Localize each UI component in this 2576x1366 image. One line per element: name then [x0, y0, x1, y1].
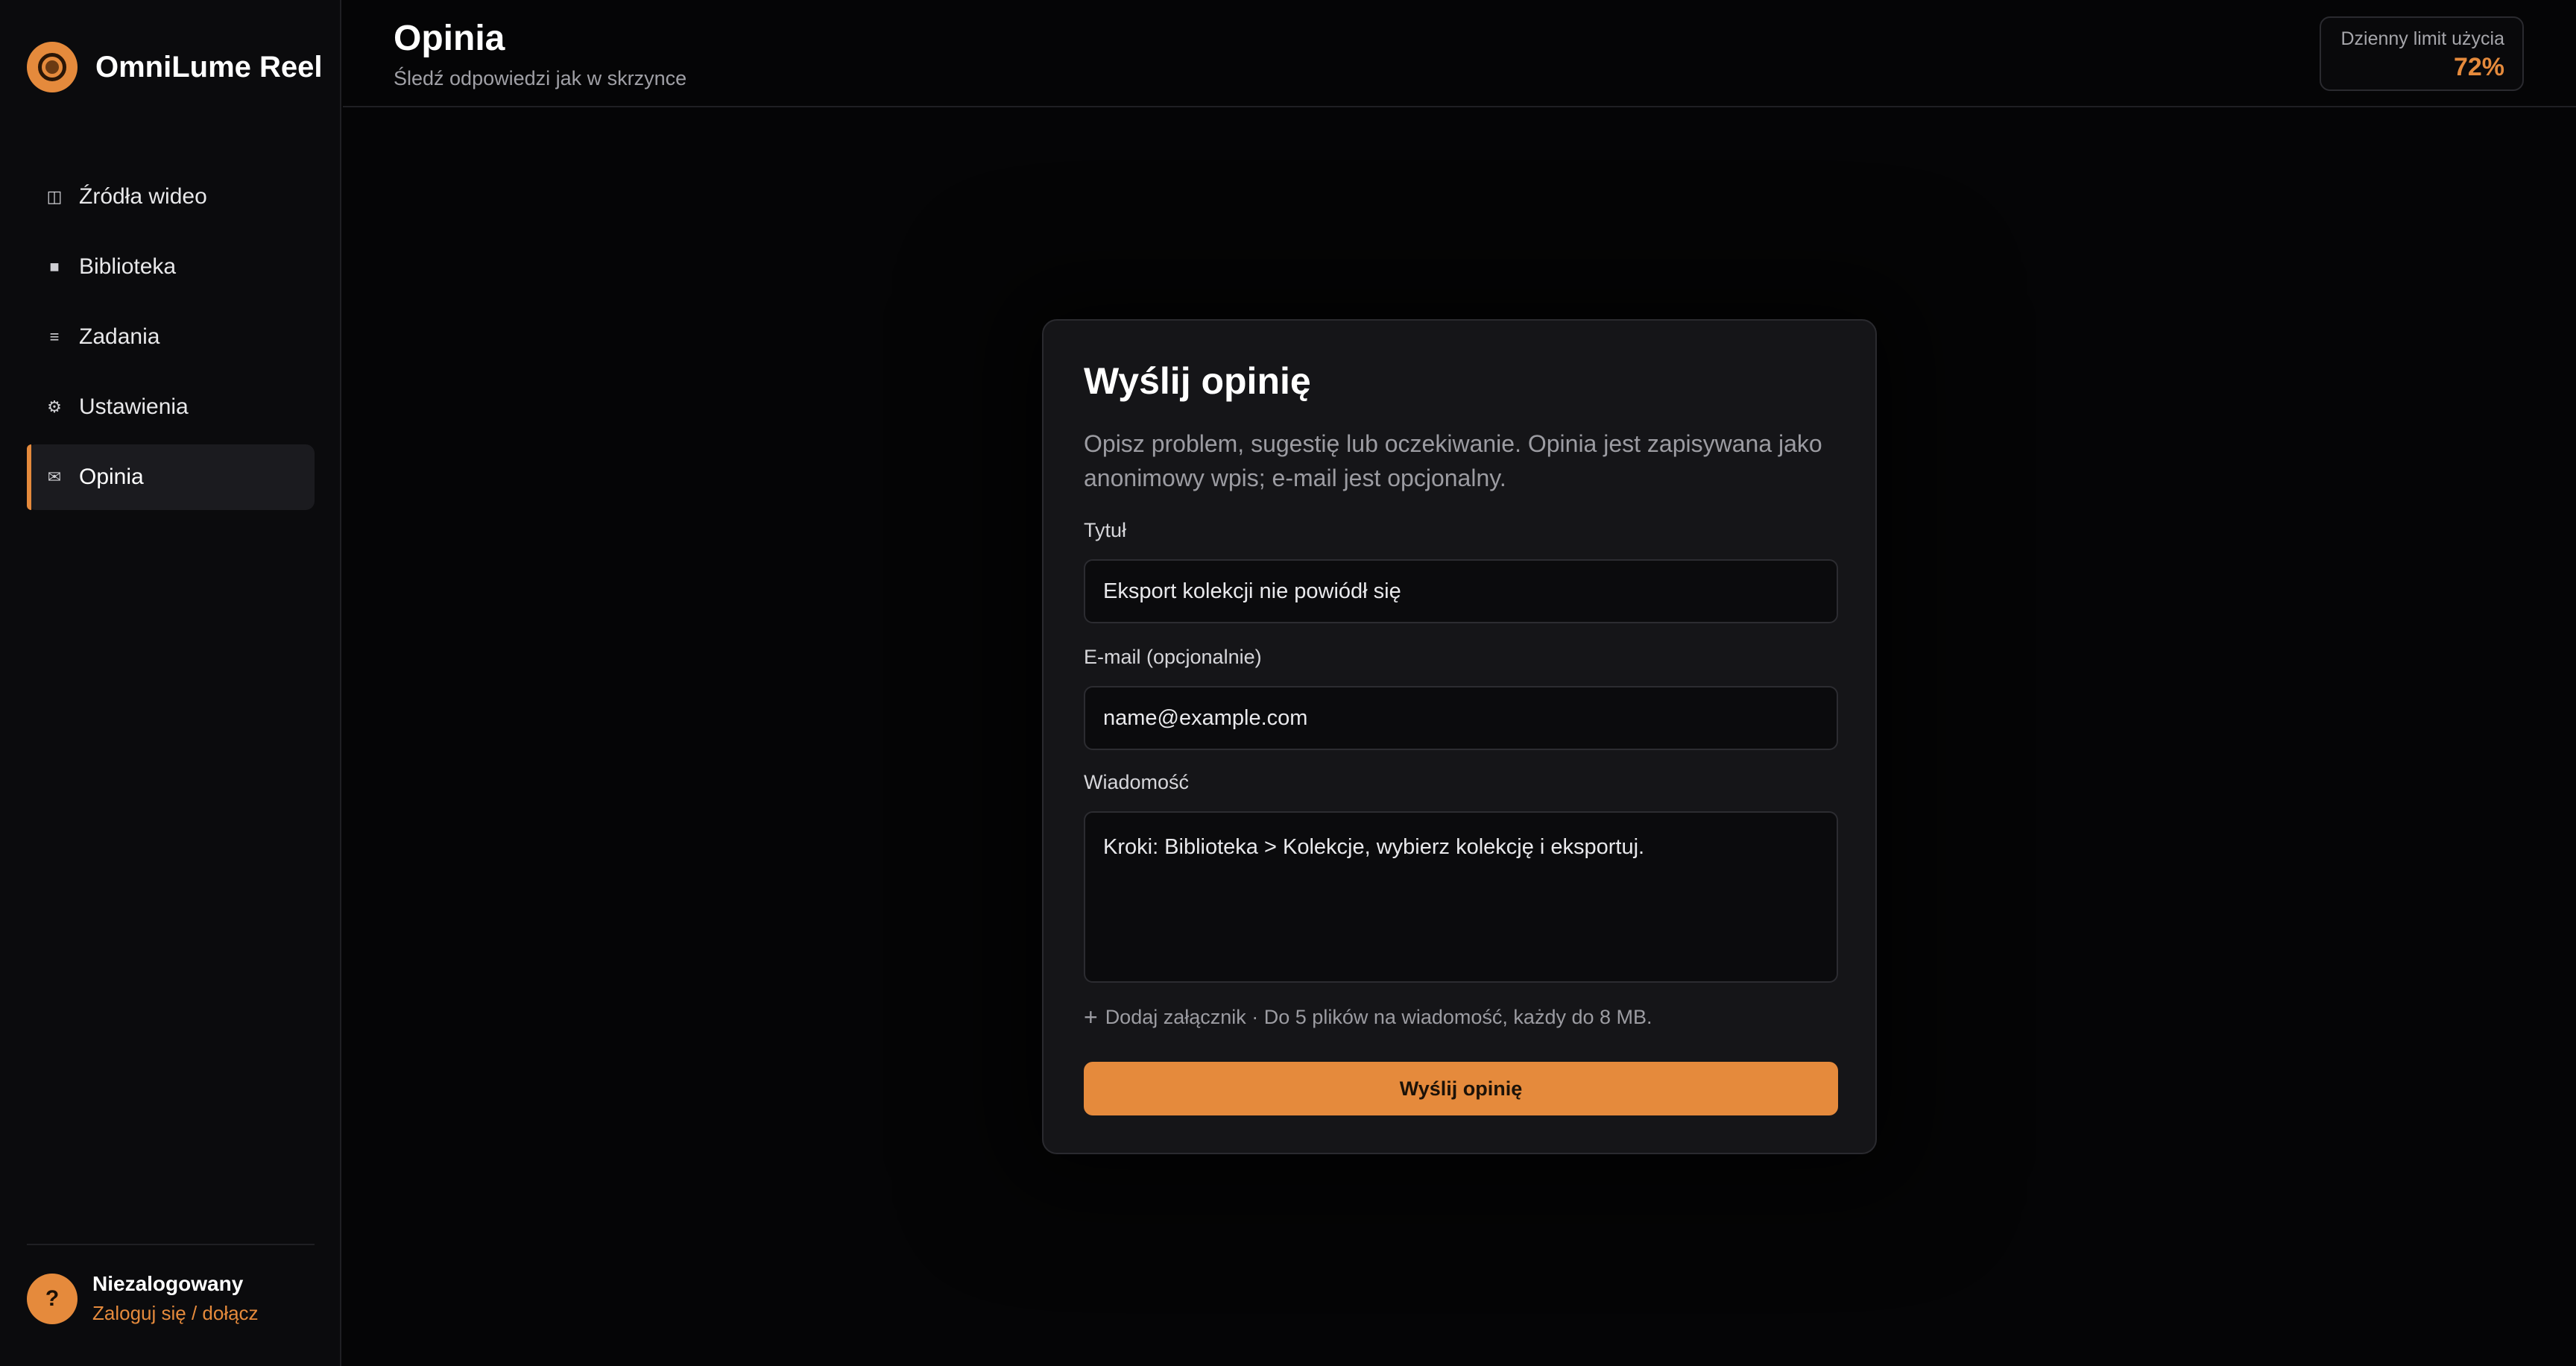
- app-name: OmniLume Reel: [95, 50, 323, 84]
- sidebar-item-label: Opinia: [79, 465, 144, 489]
- library-icon: ■: [49, 257, 60, 276]
- envelope-icon: ✉: [47, 468, 62, 486]
- app-root: OmniLume Reel ◫ Źródła wideo ■ Bibliotek…: [0, 0, 2576, 1366]
- user-status: Niezalogowany: [92, 1272, 244, 1295]
- brand[interactable]: OmniLume Reel: [27, 42, 323, 92]
- usage-limit-label: Dzienny limit użycia: [2340, 28, 2504, 49]
- usage-limit-value: 72%: [2453, 53, 2504, 81]
- avatar[interactable]: ?: [27, 1273, 78, 1324]
- page-subtitle: Śledź odpowiedzi jak w skrzynce: [394, 67, 687, 89]
- sidebar-item-tasks[interactable]: ≡ Zadania: [27, 304, 315, 370]
- feedback-form-card: Wyślij opinię Opisz problem, sugestię lu…: [1042, 319, 1877, 1154]
- sidebar-item-video-sources[interactable]: ◫ Źródła wideo: [27, 164, 315, 230]
- sidebar: OmniLume Reel ◫ Źródła wideo ■ Bibliotek…: [0, 0, 341, 1366]
- submit-feedback-button[interactable]: Wyślij opinię: [1084, 1062, 1838, 1115]
- email-label: E-mail (opcjonalnie): [1084, 646, 1262, 668]
- sidebar-nav: ◫ Źródła wideo ■ Biblioteka ≡ Zadania ⚙ …: [27, 164, 315, 514]
- add-attachment-button[interactable]: + Dodaj załącznik · Do 5 plików na wiado…: [1084, 1004, 1652, 1031]
- sidebar-item-feedback[interactable]: ✉ Opinia: [27, 444, 315, 510]
- list-icon: ≡: [49, 327, 60, 346]
- message-label: Wiadomość: [1084, 771, 1190, 793]
- gear-icon: ⚙: [47, 397, 62, 416]
- user-panel: ? Niezalogowany Zaloguj się / dołącz: [27, 1272, 259, 1325]
- sidebar-item-label: Zadania: [79, 324, 160, 349]
- sidebar-item-settings[interactable]: ⚙ Ustawienia: [27, 374, 315, 440]
- page-header: Opinia Śledź odpowiedzi jak w skrzynce D…: [343, 0, 2576, 107]
- sidebar-item-label: Źródła wideo: [79, 184, 207, 209]
- columns-icon: ◫: [46, 187, 63, 206]
- form-description: Opisz problem, sugestię lub oczekiwanie.…: [1084, 430, 1822, 491]
- sidebar-item-label: Biblioteka: [79, 254, 177, 279]
- plus-icon: +: [1084, 1004, 1098, 1030]
- title-field[interactable]: Eksport kolekcji nie powiódł się: [1084, 559, 1838, 623]
- attachment-hint: Dodaj załącznik · Do 5 plików na wiadomo…: [1105, 1006, 1652, 1028]
- sidebar-item-library[interactable]: ■ Biblioteka: [27, 234, 315, 300]
- page-title: Opinia: [394, 19, 505, 58]
- usage-limit-badge: Dzienny limit użycia 72%: [2320, 16, 2524, 91]
- message-field[interactable]: Kroki: Biblioteka > Kolekcje, wybierz ko…: [1084, 811, 1838, 983]
- login-link[interactable]: Zaloguj się / dołącz: [92, 1302, 259, 1325]
- sidebar-divider: [27, 1244, 315, 1245]
- sidebar-item-label: Ustawienia: [79, 394, 189, 419]
- title-label: Tytuł: [1084, 519, 1127, 541]
- form-title: Wyślij opinię: [1084, 360, 1311, 402]
- logo-icon: [27, 42, 78, 92]
- email-field[interactable]: name@example.com: [1084, 686, 1838, 750]
